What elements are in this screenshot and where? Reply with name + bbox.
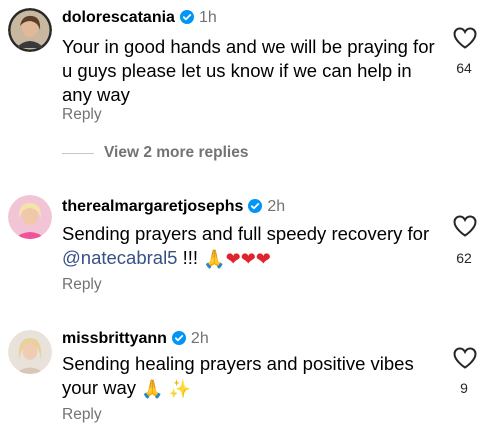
avatar[interactable] xyxy=(8,330,52,374)
avatar[interactable] xyxy=(8,195,52,239)
like-count: 64 xyxy=(456,60,472,76)
comment-text-part: !!! xyxy=(177,247,204,268)
red-heart-emoji: ❤ xyxy=(240,249,256,270)
username-link[interactable]: dolorescatania xyxy=(62,9,175,26)
like-count: 9 xyxy=(460,380,468,396)
red-heart-emoji: ❤ xyxy=(255,249,271,270)
reply-button[interactable]: Reply xyxy=(62,406,102,424)
timestamp: 2h xyxy=(267,198,286,215)
comment-header: dolorescatania 1h xyxy=(62,8,217,30)
reply-button[interactable]: Reply xyxy=(62,106,102,124)
heart-outline-icon[interactable] xyxy=(452,346,478,370)
comment-text-part: Sending healing prayers and positive vib… xyxy=(62,353,414,398)
reply-button[interactable]: Reply xyxy=(62,276,102,294)
avatar[interactable] xyxy=(8,8,52,52)
red-heart-emoji: ❤ xyxy=(225,249,241,270)
comment-text: Sending healing prayers and positive vib… xyxy=(62,352,442,402)
pray-emoji: 🙏 xyxy=(141,379,164,400)
comment-text: Sending prayers and full speedy recovery… xyxy=(62,222,442,272)
comment-text-part: Sending prayers and full speedy recovery… xyxy=(62,223,430,244)
view-more-replies-label: View 2 more replies xyxy=(104,144,249,161)
comment-header: missbrittyann 2h xyxy=(62,329,209,351)
timestamp: 1h xyxy=(198,9,217,26)
verified-badge-icon xyxy=(179,10,194,30)
like-count: 62 xyxy=(456,250,472,266)
timestamp: 2h xyxy=(190,330,209,347)
heart-outline-icon[interactable] xyxy=(452,214,478,238)
verified-badge-icon xyxy=(171,331,186,351)
sparkles-emoji: ✨ xyxy=(168,379,192,400)
username-link[interactable]: missbrittyann xyxy=(62,330,167,347)
comment-header: therealmargaretjosephs 2h xyxy=(62,197,285,219)
username-link[interactable]: therealmargaretjosephs xyxy=(62,198,243,215)
verified-badge-icon xyxy=(248,199,263,219)
heart-outline-icon[interactable] xyxy=(452,26,478,50)
divider xyxy=(62,152,94,154)
mention-link[interactable]: @natecabral5 xyxy=(62,247,177,268)
pray-emoji: 🙏 xyxy=(203,249,226,270)
view-more-replies[interactable]: View 2 more replies xyxy=(62,143,248,163)
comment-text: Your in good hands and we will be prayin… xyxy=(62,36,435,105)
